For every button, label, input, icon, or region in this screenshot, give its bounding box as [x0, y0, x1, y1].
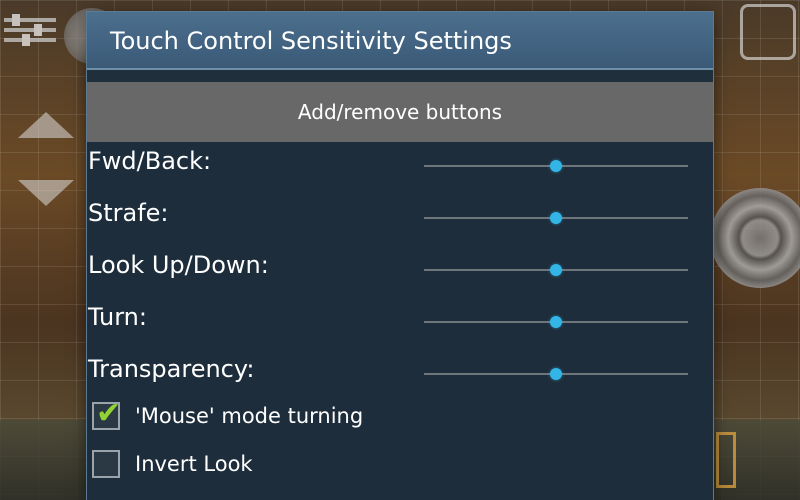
turn-slider[interactable] — [424, 316, 688, 328]
settings-sliders-icon[interactable] — [4, 12, 56, 56]
slider-row-strafe: Strafe: — [87, 191, 713, 243]
slider-label: Turn: — [88, 303, 147, 331]
slider-thumb[interactable] — [550, 212, 562, 224]
slider-label: Transparency: — [88, 355, 255, 383]
slider-row-look-up-down: Look Up/Down: — [87, 243, 713, 295]
invert-look-checkbox[interactable]: ✔ — [92, 450, 120, 478]
key-slot-icon — [716, 432, 736, 488]
checkmark-icon: ✔ — [96, 396, 122, 431]
arrow-up-icon[interactable] — [18, 112, 74, 138]
checkbox-label: 'Mouse' mode turning — [135, 404, 364, 428]
mouse-mode-turning-checkbox[interactable]: ✔ — [92, 396, 121, 431]
mouse-mode-turning-checkbox-row[interactable]: ✔ 'Mouse' mode turning — [87, 395, 713, 441]
door-icon[interactable] — [740, 4, 796, 60]
arrow-down-icon[interactable] — [18, 180, 74, 206]
fwd-back-slider[interactable] — [424, 160, 688, 172]
transparency-slider[interactable] — [424, 368, 688, 380]
slider-thumb[interactable] — [550, 160, 562, 172]
slider-row-turn: Turn: — [87, 295, 713, 347]
slider-thumb[interactable] — [550, 368, 562, 380]
title-divider — [87, 70, 713, 82]
look-up-down-slider[interactable] — [424, 264, 688, 276]
sensitivity-settings-dialog: Touch Control Sensitivity Settings Add/r… — [87, 12, 713, 500]
slider-label: Fwd/Back: — [88, 147, 212, 175]
add-remove-buttons-button[interactable]: Add/remove buttons — [87, 82, 713, 142]
checkbox-label: Invert Look — [135, 452, 253, 476]
slider-thumb[interactable] — [550, 316, 562, 328]
slider-label: Strafe: — [88, 199, 169, 227]
dialog-title: Touch Control Sensitivity Settings — [87, 12, 713, 70]
joystick-icon[interactable] — [710, 188, 800, 288]
slider-label: Look Up/Down: — [88, 251, 269, 279]
strafe-slider[interactable] — [424, 212, 688, 224]
slider-thumb[interactable] — [550, 264, 562, 276]
slider-row-transparency: Transparency: — [87, 347, 713, 399]
slider-row-fwd-back: Fwd/Back: — [87, 139, 713, 191]
invert-look-checkbox-row[interactable]: ✔ Invert Look — [87, 443, 713, 489]
